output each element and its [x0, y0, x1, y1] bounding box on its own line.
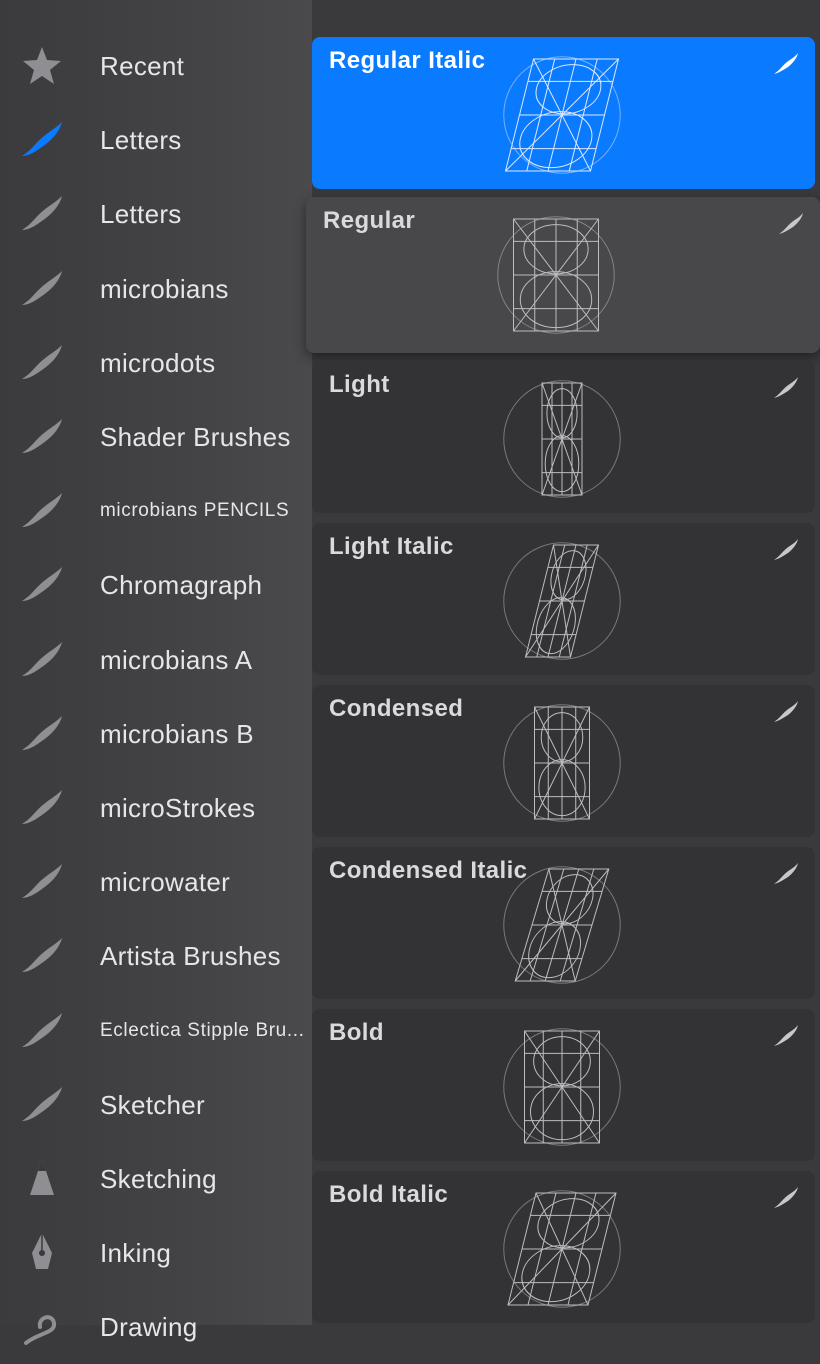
brush-stroke-preview [492, 45, 632, 185]
brush-stroke-preview [486, 205, 626, 345]
brush-stroke-icon [771, 49, 801, 79]
brush-card-regular[interactable]: Regular [306, 197, 820, 353]
brush-stroke-icon [771, 859, 801, 889]
brush-card-condensed-italic[interactable]: Condensed Italic [312, 847, 815, 999]
brush-stroke-preview [492, 1179, 632, 1319]
brush-name: Condensed [329, 695, 464, 722]
brush-name: Regular Italic [329, 47, 486, 74]
brush-name: Light [329, 371, 390, 398]
brush-card-light-italic[interactable]: Light Italic [312, 523, 815, 675]
brush-name: Regular [323, 207, 416, 234]
brush-name: Bold Italic [329, 1181, 449, 1208]
brush-name: Bold [329, 1019, 384, 1046]
brush-card-regular-italic[interactable]: Regular Italic [312, 37, 815, 189]
brush-stroke-icon [771, 697, 801, 727]
brush-list[interactable]: Regular Italic Regular Light Light Italic Co… [0, 0, 820, 1325]
brush-stroke-preview [492, 855, 632, 995]
brush-card-light[interactable]: Light [312, 361, 815, 513]
brush-stroke-icon [771, 1021, 801, 1051]
brush-stroke-icon [771, 373, 801, 403]
brush-card-bold-italic[interactable]: Bold Italic [312, 1171, 815, 1323]
brush-stroke-preview [492, 531, 632, 671]
brush-stroke-preview [492, 1017, 632, 1157]
brush-stroke-preview [492, 369, 632, 509]
brush-stroke-icon [771, 535, 801, 565]
brush-stroke-icon [776, 209, 806, 239]
brush-stroke-icon [771, 1183, 801, 1213]
brush-stroke-preview [492, 693, 632, 833]
brush-card-condensed[interactable]: Condensed [312, 685, 815, 837]
brush-card-bold[interactable]: Bold [312, 1009, 815, 1161]
brush-name: Light Italic [329, 533, 454, 560]
